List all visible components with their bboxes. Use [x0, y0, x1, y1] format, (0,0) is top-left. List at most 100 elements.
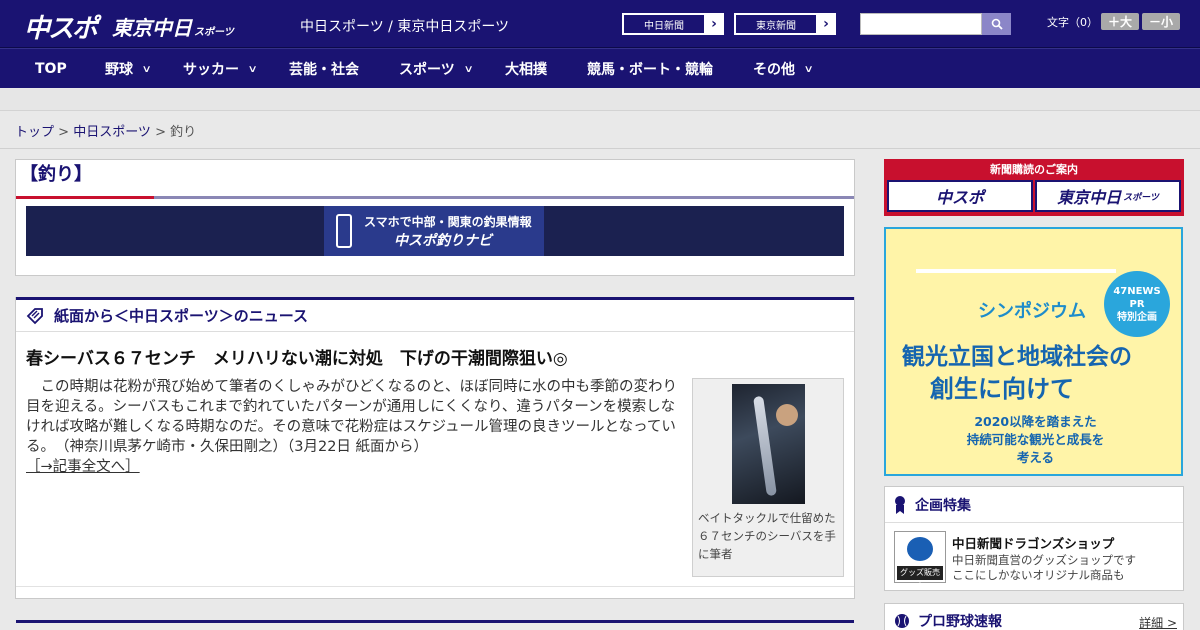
desc-line1: 中日新聞直営のグッズショップです — [952, 553, 1136, 567]
breadcrumb-top[interactable]: トップ — [15, 125, 54, 140]
ad-headline-1: 観光立国と地域社会の — [902, 344, 1132, 370]
subscribe-tokyo-label: 東京中日 — [1057, 188, 1122, 207]
tag-icon — [26, 307, 43, 324]
title-underline-accent — [16, 196, 154, 199]
nav-label: 大相撲 — [505, 62, 547, 78]
feature-header: 企画特集 — [885, 487, 1183, 523]
badge-line2: PR — [1129, 298, 1145, 310]
subscribe-tokyo-button[interactable]: 東京中日 スポーツ — [1035, 180, 1181, 212]
dragons-shop-image[interactable]: グッズ販売中 — [894, 531, 946, 591]
tokyo-shimbun-link[interactable]: 東京新聞 › — [734, 13, 836, 35]
subscribe-chuspo-label: 中スポ — [935, 188, 984, 207]
nav-label: その他 — [753, 62, 795, 78]
site-name: 中日スポーツ / 東京中日スポーツ — [300, 19, 510, 35]
baseball-panel: プロ野球速報 詳細 > — [884, 603, 1184, 630]
nav-top[interactable]: TOP — [35, 49, 67, 89]
feature-title: 企画特集 — [915, 497, 971, 514]
title-underline — [154, 196, 854, 199]
chevron-down-icon: ∨ — [247, 63, 258, 75]
banner-text: スマホで中部・関東の釣果情報 中スポ釣りナビ — [364, 213, 532, 250]
photo-fish — [753, 395, 777, 497]
article-photo-box: ベイトタックルで仕留めた６７センチのシーバスを手に筆者 — [692, 378, 844, 577]
tokyo-shimbun-label: 東京新聞 — [735, 14, 817, 34]
banner-line2: 中スポ釣りナビ — [394, 232, 492, 249]
subscribe-chuspo-button[interactable]: 中スポ — [887, 180, 1033, 212]
nav-soccer[interactable]: サッカー ∨ — [183, 49, 258, 89]
font-smaller-button[interactable]: －小 — [1142, 13, 1180, 30]
tsuri-navi-banner[interactable]: スマホで中部・関東の釣果情報 中スポ釣りナビ — [26, 206, 844, 256]
badge-line3: 特別企画 — [1117, 311, 1157, 323]
header-bar: 中スポ 東京中日 スポーツ 中日スポーツ / 東京中日スポーツ 中日新聞 › 東京… — [0, 0, 1200, 48]
dragons-shop-link[interactable]: 中日新聞ドラゴンズショップ — [952, 533, 1114, 552]
chevron-right-icon: › — [823, 16, 829, 32]
search-input[interactable] — [860, 13, 982, 35]
divider — [16, 586, 854, 587]
chevron-down-icon: ∨ — [803, 63, 814, 75]
ad-47news-badge: 47NEWS PR 特別企画 — [1104, 271, 1170, 337]
banner-line1: スマホで中部・関東の釣果情報 — [364, 214, 532, 229]
goods-badge: グッズ販売中 — [897, 566, 943, 591]
ad-sub-1: 2020以降を踏まえた — [974, 414, 1097, 429]
nav-label: 芸能・社会 — [289, 62, 359, 78]
ad-headline-2: 創生に向けて — [930, 375, 1074, 403]
baseball-detail-link[interactable]: 詳細 > — [1139, 614, 1177, 630]
chunichi-shimbun-link[interactable]: 中日新聞 › — [622, 13, 724, 35]
nav-keiba[interactable]: 競馬・ボート・競輪 — [587, 49, 713, 89]
news-section-title: 紙面から＜中日スポーツ＞のニュース — [54, 307, 308, 325]
article-text: この時期は花粉が飛び始めて筆者のくしゃみがひどくなるのと、ほぼ同時に水の中も季節… — [26, 379, 678, 455]
page-title: 【釣り】 — [20, 164, 92, 185]
nav-entertainment[interactable]: 芸能・社会 — [289, 49, 359, 89]
subscription-box: 新聞購読のご案内 中スポ 東京中日 スポーツ — [884, 159, 1184, 216]
desc-line2: ここにしかないオリジナル商品も — [952, 568, 1125, 582]
breadcrumb-separator: > — [150, 125, 171, 140]
chunichi-shimbun-label: 中日新聞 — [623, 14, 705, 34]
main-nav: TOP 野球 ∨ サッカー ∨ 芸能・社会 スポーツ ∨ 大相撲 競馬・ボート・競輪 … — [0, 48, 1200, 88]
subscription-title: 新聞購読のご案内 — [990, 163, 1078, 176]
ad-sub-2: 持続可能な観光と成長を — [966, 432, 1105, 447]
photo-person — [776, 404, 798, 426]
news-section-header: 紙面から＜中日スポーツ＞のニュース — [16, 300, 854, 332]
nav-label: 競馬・ボート・競輪 — [587, 62, 713, 78]
next-section-border — [16, 620, 854, 623]
breadcrumb: トップ > 中日スポーツ > 釣り — [15, 121, 196, 140]
ribbon-icon — [895, 495, 905, 514]
read-more-link[interactable]: ［→記事全文へ］ — [26, 459, 140, 475]
article-title[interactable]: 春シーバス６７センチ メリハリない潮に対処 下げの干潮間際狙い◎ — [26, 344, 568, 369]
photo-caption: ベイトタックルで仕留めた６７センチのシーバスを手に筆者 — [698, 511, 836, 561]
divider — [0, 148, 1200, 149]
feature-panel: 企画特集 グッズ販売中 中日新聞ドラゴンズショップ 中日新聞直営のグッズショップ… — [884, 486, 1184, 591]
smartphone-icon — [336, 214, 352, 248]
dragons-shop-desc: 中日新聞直営のグッズショップです ここにしかないオリジナル商品も — [952, 553, 1136, 583]
nav-sports[interactable]: スポーツ ∨ — [399, 49, 474, 89]
search-icon — [991, 18, 1003, 30]
chevron-down-icon: ∨ — [141, 63, 152, 75]
breadcrumb-chunichi-sports[interactable]: 中日スポーツ — [73, 125, 151, 140]
font-size-label: 文字（0） — [1047, 16, 1098, 29]
font-bigger-button[interactable]: ＋大 — [1101, 13, 1139, 30]
nav-label: サッカー — [183, 62, 239, 78]
nav-sumo[interactable]: 大相撲 — [505, 49, 547, 89]
nav-label: TOP — [35, 61, 67, 77]
tokyo-logo-sub: スポーツ — [194, 27, 234, 38]
tokyo-chunichi-logo[interactable]: 東京中日 スポーツ — [112, 12, 234, 41]
chuspo-logo[interactable]: 中スポ — [24, 8, 98, 45]
nav-label: スポーツ — [399, 62, 455, 78]
chevron-right-icon: › — [711, 16, 717, 32]
sub-strip — [0, 89, 1200, 111]
nav-baseball[interactable]: 野球 ∨ — [105, 49, 152, 89]
nav-label: 野球 — [105, 62, 133, 78]
baseball-icon — [895, 613, 909, 628]
nav-others[interactable]: その他 ∨ — [753, 49, 814, 89]
chevron-down-icon: ∨ — [463, 63, 474, 75]
ad-symposium-label: シンポジウム — [978, 301, 1086, 322]
search-button[interactable] — [982, 13, 1011, 35]
banner-inner: スマホで中部・関東の釣果情報 中スポ釣りナビ — [324, 206, 544, 256]
symposium-ad[interactable]: シンポジウム 47NEWS PR 特別企画 観光立国と地域社会の 創生に向けて … — [884, 227, 1183, 476]
badge-line1: 47NEWS — [1113, 285, 1161, 297]
subscribe-tokyo-sub: スポーツ — [1123, 192, 1159, 203]
breadcrumb-current: 釣り — [170, 125, 197, 140]
article-photo[interactable] — [732, 384, 805, 504]
breadcrumb-separator: > — [54, 125, 74, 140]
baseball-title: プロ野球速報 — [918, 613, 1002, 630]
ad-sub-3: 考える — [1016, 450, 1055, 465]
